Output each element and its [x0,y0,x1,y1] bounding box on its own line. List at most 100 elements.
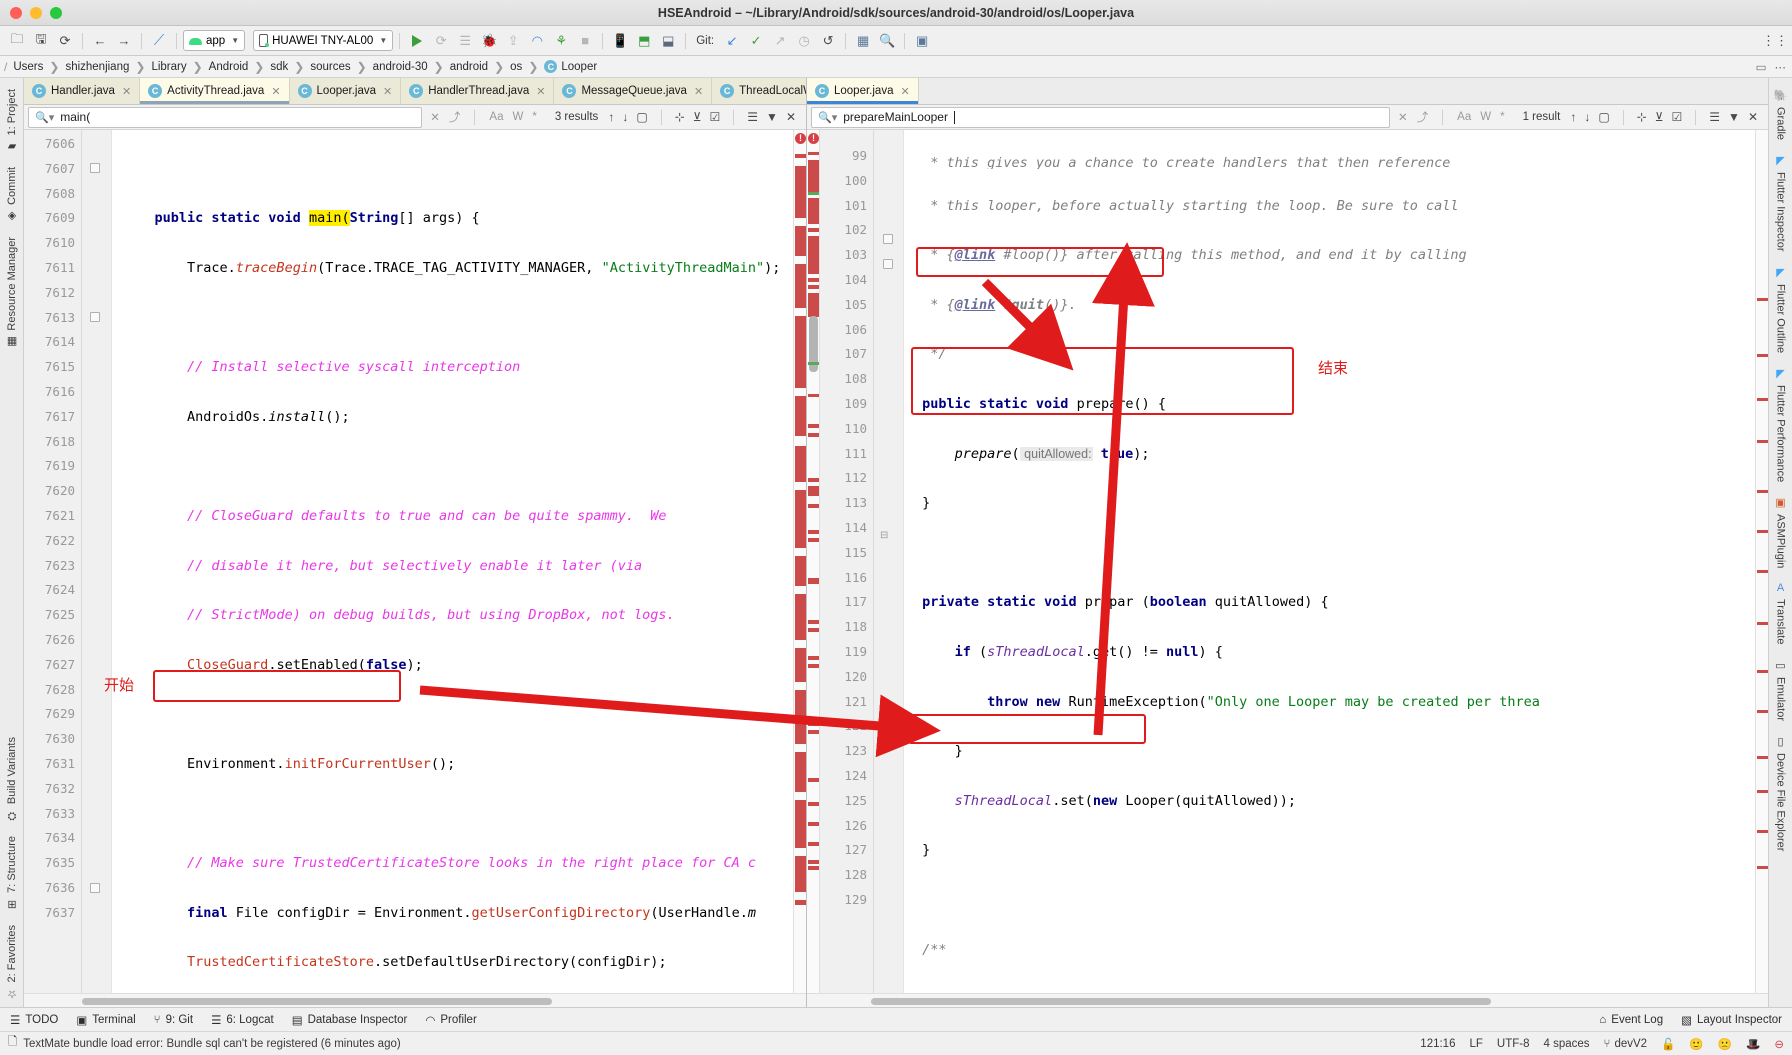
error-marker[interactable] [808,394,819,397]
close-find-icon[interactable]: ✕ [786,110,796,124]
avd-manager-icon[interactable]: 📱 [609,30,631,52]
sdk-manager-icon[interactable]: ⬒ [633,30,655,52]
error-marker[interactable] [808,152,819,155]
error-marker[interactable] [808,198,819,224]
git-history-icon[interactable]: ◷ [793,30,815,52]
error-marker[interactable] [808,778,819,782]
match-case-toggle[interactable]: Aa [1457,111,1471,123]
regex-toggle[interactable]: * [532,111,536,123]
tool-layout-inspector[interactable]: ▧ Layout Inspector [1681,1013,1782,1027]
open-folder-icon[interactable]: 🗀 [6,30,28,52]
expand-lines-icon[interactable]: ☰ [747,110,758,124]
scrollbar-thumb[interactable] [871,998,1491,1005]
error-marker[interactable] [808,530,819,534]
close-icon[interactable]: ✕ [900,85,909,98]
device-selector[interactable]: HUAWEI TNY-AL00 ▼ [253,30,394,51]
error-marker[interactable] [808,656,819,660]
find-previous-icon[interactable]: ↑ [608,110,614,124]
breadcrumb-item-1[interactable]: shizhenjiang [59,61,135,73]
breadcrumb-item-3[interactable]: Android [203,61,255,73]
error-marker[interactable] [808,802,819,806]
error-marker[interactable] [808,433,819,437]
vcs-change-marker[interactable] [808,192,819,195]
error-marker[interactable] [1757,490,1768,493]
layout-editor-icon[interactable]: ▦ [852,30,874,52]
more-icon[interactable]: ⋯ [1775,60,1787,74]
tab-looper-java-right[interactable]: C Looper.java ✕ [807,78,919,104]
breadcrumb-item-2[interactable]: Library [145,61,192,73]
error-marker[interactable] [1757,398,1768,401]
close-icon[interactable]: ✕ [536,85,545,98]
search-history-icon[interactable]: ⤴ [449,109,461,125]
scrollbar-thumb[interactable] [82,998,552,1005]
stop-icon[interactable]: ■ [574,30,596,52]
error-marker[interactable] [808,478,819,482]
sync-icon[interactable]: ⟳ [54,30,76,52]
git-branch[interactable]: ⑂ devV2 [1604,1038,1648,1050]
apply-changes-icon[interactable]: ⟳ [430,30,452,52]
breadcrumb-item-9[interactable]: C Looper [538,60,603,73]
find-previous-icon[interactable]: ↑ [1570,110,1576,124]
error-marker[interactable] [795,490,806,548]
breadcrumb-item-0[interactable]: Users [7,61,49,73]
file-encoding[interactable]: UTF-8 [1497,1038,1530,1050]
fold-column-left[interactable] [82,130,112,993]
debug-icon[interactable]: 🐞 [478,30,500,52]
error-marker[interactable] [1757,790,1768,793]
breadcrumb-item-4[interactable]: sdk [264,61,294,73]
close-icon[interactable]: ✕ [122,85,131,98]
error-marker[interactable] [808,722,819,726]
error-marker[interactable] [1757,756,1768,759]
window-controls[interactable] [0,6,62,19]
sidebar-item-flutter-outline[interactable]: ◤ Flutter Outline [1775,259,1787,360]
javadoc-fold-icon[interactable]: ⊟ [880,530,888,541]
error-marker[interactable] [795,316,806,388]
error-marker[interactable] [808,866,819,870]
run-icon[interactable] [406,30,428,52]
toolbar-overflow-icon[interactable]: ⋮⋮ [1762,30,1788,52]
error-marker[interactable] [795,226,806,256]
sidebar-item-commit[interactable]: ◈ Commit [6,160,18,230]
error-marker[interactable] [808,278,819,282]
sad-face-icon[interactable]: 🙁 [1718,1037,1732,1051]
tool-todo[interactable]: ☰ TODO [10,1013,58,1027]
search-history-icon[interactable]: ⤴ [1417,109,1429,125]
error-marker[interactable] [795,166,806,218]
breadcrumb-item-8[interactable]: os [504,61,528,73]
error-marker[interactable] [795,648,806,682]
error-marker[interactable] [808,730,819,734]
error-stripe-right-edge[interactable] [1755,130,1768,993]
close-icon[interactable]: ✕ [383,85,392,98]
error-marker[interactable] [1757,354,1768,357]
search-input-right[interactable]: 🔍▾ prepareMainLooper [811,106,1391,128]
sidebar-item-project[interactable]: ▰ 1: Project [6,82,18,160]
whole-words-toggle[interactable]: W [513,111,524,123]
add-line-icon[interactable]: ⊹ [1637,110,1647,124]
tool-git[interactable]: ⑂ 9: Git [154,1014,193,1026]
sidebar-item-device-file-explorer[interactable]: ▯ Device File Explorer [1775,728,1787,858]
close-window-button[interactable] [10,6,22,19]
error-marker[interactable] [808,538,819,542]
find-next-icon[interactable]: ↓ [1584,110,1590,124]
error-marker[interactable] [808,228,819,232]
code-text-right[interactable]: * this gives you a chance to create hand… [904,130,1755,993]
error-marker[interactable] [808,285,819,289]
device-file-explorer-icon[interactable]: ⬓ [657,30,679,52]
error-count-badge[interactable]: ! [795,133,806,144]
error-marker[interactable] [795,556,806,586]
error-marker[interactable] [808,424,819,428]
error-marker[interactable] [808,236,819,274]
filter-icon[interactable]: ▼ [1728,110,1740,124]
error-marker[interactable] [1757,570,1768,573]
error-stripe-left[interactable]: ! [793,130,806,993]
error-marker[interactable] [1757,710,1768,713]
error-marker[interactable] [808,860,819,864]
tool-logcat[interactable]: ☰ 6: Logcat [211,1013,274,1027]
git-commit-icon[interactable]: ✓ [745,30,767,52]
fold-marker[interactable] [90,163,100,173]
sidebar-item-structure[interactable]: ⊞ 7: Structure [6,829,18,918]
error-marker[interactable] [1757,440,1768,443]
error-marker[interactable] [1757,298,1768,301]
error-marker[interactable] [795,690,806,744]
build-hammer-icon[interactable]: ⟋ [148,30,170,52]
